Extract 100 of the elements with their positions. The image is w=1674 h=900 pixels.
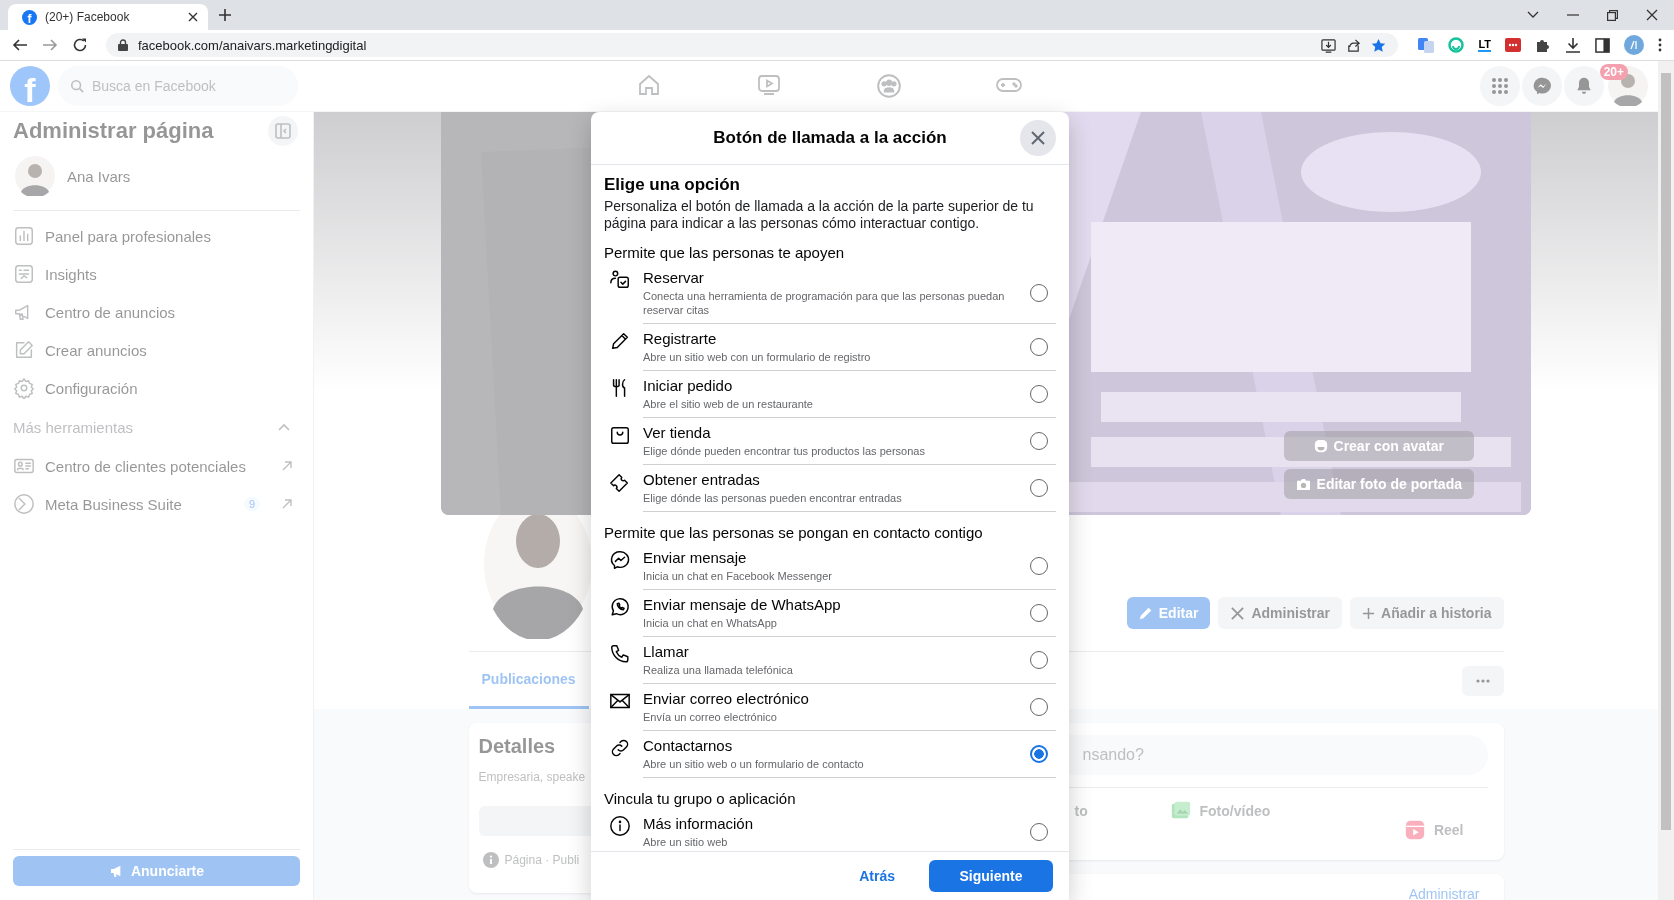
option-description: Abre un sitio web	[643, 835, 729, 849]
close-icon[interactable]	[1646, 9, 1658, 21]
section-title: Vincula tu grupo o aplicación	[604, 790, 797, 807]
grid-icon	[1491, 77, 1509, 95]
option-title[interactable]: Enviar mensaje de WhatsApp	[643, 595, 1020, 614]
dialog-description: Personaliza el botón de llamada a la acción de la parte superior de tu página para indicar a las personas cómo interactuar contigo.	[604, 198, 1035, 232]
person-calendar-icon	[609, 269, 631, 291]
close-tab-icon[interactable]	[188, 12, 198, 22]
notification-badge: 20+	[1599, 64, 1628, 80]
lock-icon	[118, 39, 128, 51]
edit-icon	[13, 339, 35, 361]
promote-button[interactable]: Anunciarte	[13, 856, 300, 886]
action-button[interactable]: Administrar	[1218, 597, 1343, 629]
sidebar-title: Administrar página	[13, 118, 214, 144]
star-icon[interactable]	[1371, 37, 1387, 53]
forward-icon[interactable]	[42, 37, 58, 53]
search-field[interactable]: Busca en Facebook	[58, 66, 298, 106]
option-title[interactable]: Iniciar pedido	[643, 376, 1020, 395]
panel-icon	[275, 123, 291, 139]
share-icon[interactable]	[1346, 37, 1362, 53]
messenger-icon	[609, 549, 631, 571]
pencil-icon	[609, 330, 631, 352]
messenger-icon	[1532, 76, 1552, 96]
close-icon	[1031, 131, 1045, 145]
option-title[interactable]: Enviar mensaje	[643, 548, 1020, 567]
option-title[interactable]: Obtener entradas	[643, 470, 1020, 489]
chart-icon	[13, 225, 35, 247]
shopping-bag-icon	[609, 424, 631, 446]
tab-search-icon[interactable]	[1527, 11, 1539, 19]
section-title: Más herramientas	[13, 418, 134, 436]
action-button[interactable]: Añadir a historia	[1350, 597, 1504, 629]
whatsapp-icon	[609, 596, 631, 618]
sidebar-item[interactable]: Panel para profesionales	[13, 217, 300, 255]
more-icon	[1475, 678, 1490, 683]
plus-icon	[1362, 606, 1376, 620]
details-text: Página · Publi	[504, 853, 580, 867]
download-icon[interactable]	[1565, 37, 1581, 53]
facebook-logo[interactable]: f	[10, 66, 50, 106]
browser-tab[interactable]: f (20+) Facebook	[8, 4, 208, 30]
menu-icon[interactable]	[1658, 38, 1662, 52]
option-description: Envía un correo electrónico	[643, 710, 778, 724]
profile-name[interactable]: Ana Ivars	[67, 167, 131, 185]
url-text: facebook.com/anaivars.marketingdigital	[138, 37, 367, 53]
close-button[interactable]	[1020, 120, 1056, 156]
address-bar[interactable]: facebook.com/anaivars.marketingdigital	[106, 33, 1399, 57]
action-button[interactable]: Editar	[1126, 597, 1211, 629]
card-title: Detalles	[478, 735, 556, 758]
profile-icon[interactable]	[1624, 35, 1644, 55]
back-icon[interactable]	[12, 37, 28, 53]
reel-icon	[1403, 819, 1426, 841]
option-description: Abre un sitio web o un formulario de contacto	[643, 757, 865, 771]
section-title: Permite que las personas te apoyen	[604, 244, 846, 261]
sidebar-item[interactable]: Crear anuncios	[13, 331, 300, 369]
count-badge: 9	[243, 497, 260, 511]
notifications-button[interactable]	[1564, 66, 1604, 106]
info-icon	[609, 815, 631, 837]
section-title: Permite que las personas se pongan en contacto contigo	[604, 524, 984, 541]
option-description: Realiza una llamada telefónica	[643, 663, 794, 677]
restore-icon[interactable]	[1607, 9, 1618, 21]
link-icon	[609, 737, 631, 759]
sidebar-item[interactable]: Configuración	[13, 369, 300, 407]
side-panel-icon[interactable]	[1595, 37, 1610, 53]
radio-button[interactable]	[1030, 744, 1048, 763]
page-tab[interactable]: Publicaciones	[468, 652, 589, 709]
option-description: Inicia un chat en Facebook Messenger	[643, 569, 833, 583]
sidebar-item[interactable]: Centro de anuncios	[13, 293, 300, 331]
camera-icon	[1295, 477, 1311, 491]
facebook-favicon: f	[22, 9, 37, 25]
install-icon[interactable]	[1321, 37, 1337, 53]
scrollbar[interactable]	[1658, 61, 1674, 900]
option-description: Abre el sitio web de un restaurante	[643, 397, 814, 411]
manage-link[interactable]: Administrar	[1408, 886, 1480, 900]
messenger-button[interactable]	[1522, 66, 1562, 106]
option-title[interactable]: Reservar	[643, 268, 1020, 287]
option-title[interactable]: Llamar	[643, 642, 1020, 661]
tab-title: (20+) Facebook	[45, 10, 131, 24]
sidebar-item[interactable]: Centro de clientes potenciales	[45, 457, 272, 475]
sidebar-item[interactable]: Insights	[13, 255, 300, 293]
option-description: Elige dónde las personas pueden encontrar entradas	[643, 491, 903, 505]
search-placeholder: Busca en Facebook	[92, 78, 216, 94]
option-title[interactable]: Ver tienda	[643, 423, 1020, 442]
option-title[interactable]: Enviar correo electrónico	[643, 689, 1020, 708]
extension-icon[interactable]	[1505, 38, 1521, 52]
avatar[interactable]	[15, 156, 55, 196]
back-link[interactable]: Atrás	[859, 868, 895, 884]
insights-icon	[13, 263, 35, 285]
composer-action[interactable]: Reel	[1298, 794, 1488, 854]
reload-icon[interactable]	[72, 37, 88, 53]
option-description: Elige dónde pueden encontrar tus productos las personas	[643, 444, 926, 458]
search-icon	[70, 79, 84, 93]
puzzle-icon[interactable]	[1535, 37, 1551, 53]
sidebar-item[interactable]: Meta Business Suite	[45, 495, 234, 513]
info-icon	[482, 852, 499, 868]
option-title[interactable]: Más información	[643, 814, 1020, 833]
new-tab-icon[interactable]	[218, 8, 232, 22]
translate-icon[interactable]	[1418, 37, 1435, 53]
composer-action[interactable]: Foto/vídeo	[1109, 794, 1299, 828]
menu-button[interactable]	[1480, 66, 1520, 106]
option-title[interactable]: Registrarte	[643, 329, 1020, 348]
next-button[interactable]: Siguiente	[929, 860, 1053, 892]
